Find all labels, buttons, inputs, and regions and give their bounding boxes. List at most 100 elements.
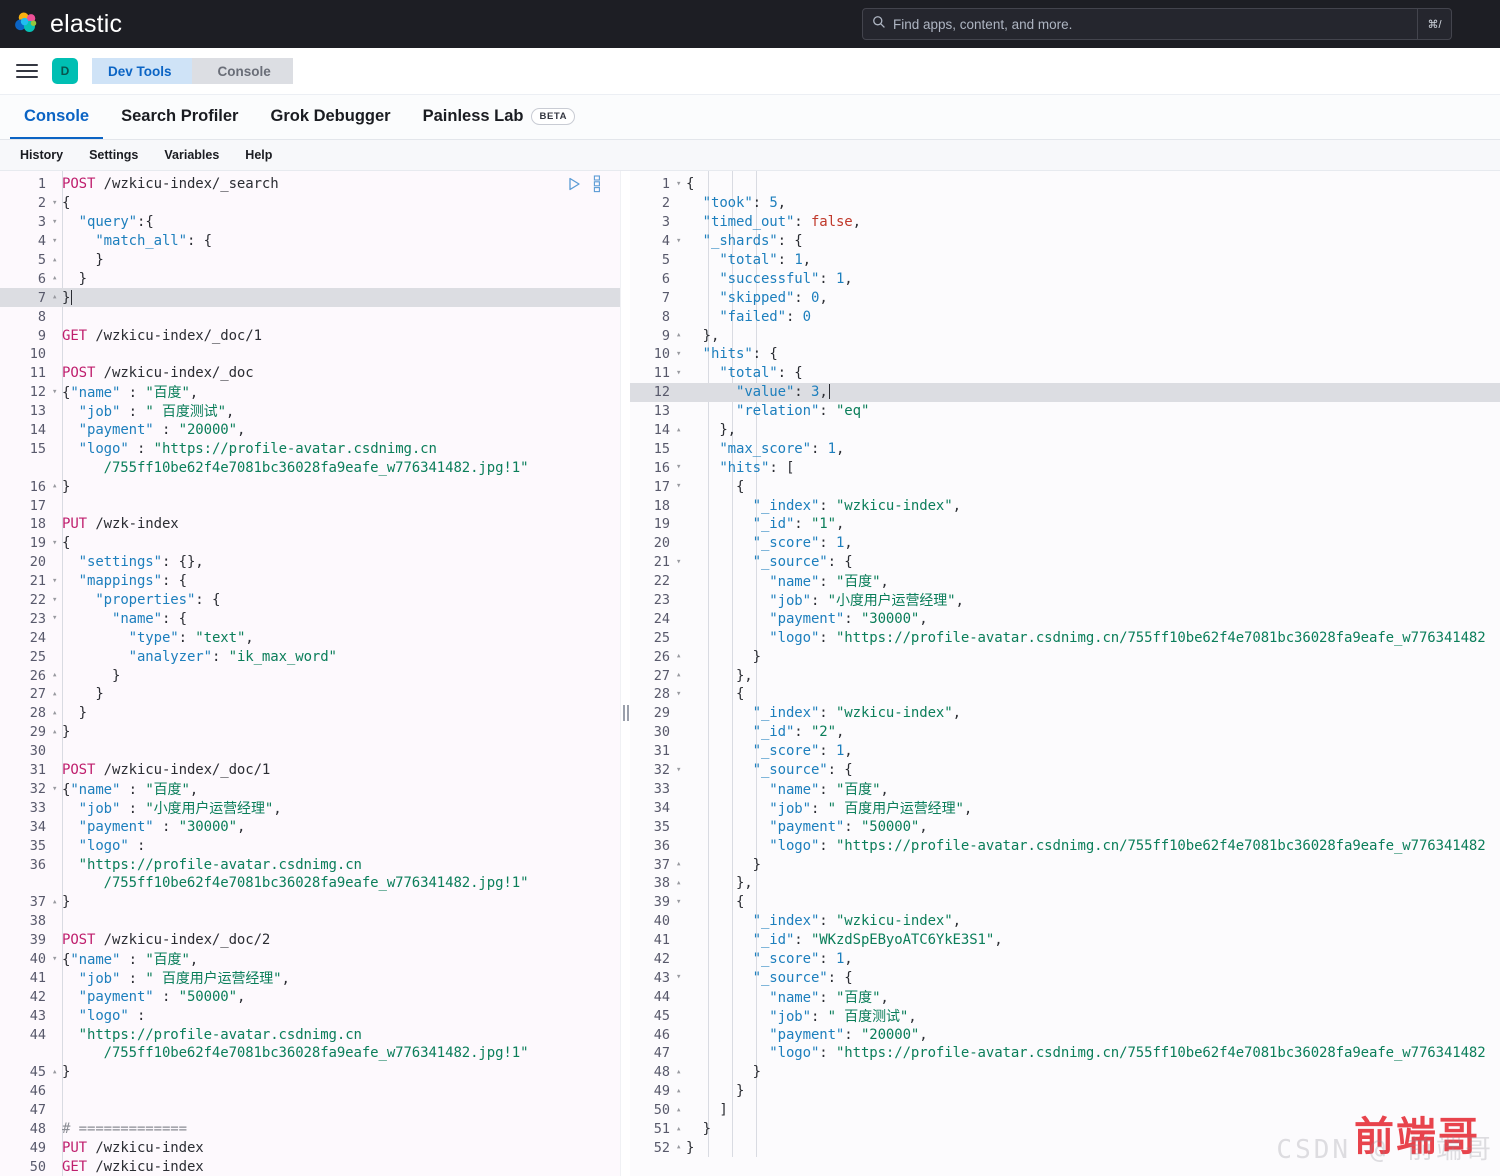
- fold-toggle-icon[interactable]: ▴: [676, 874, 686, 893]
- code-line[interactable]: 40 "_index": "wzkicu-index",: [630, 912, 1500, 931]
- code-line[interactable]: 20 "settings": {},: [0, 553, 620, 572]
- code-line[interactable]: 7 "skipped": 0,: [630, 288, 1500, 307]
- hamburger-menu-icon[interactable]: [16, 64, 38, 78]
- code-line[interactable]: /755ff10be62f4e7081bc36028fa9eafe_w77634…: [0, 1044, 620, 1063]
- code-line[interactable]: 29 ▴}: [0, 723, 620, 742]
- code-line[interactable]: 9 GET /wzkicu-index/_doc/1: [0, 326, 620, 345]
- fold-toggle-icon[interactable]: ▾: [52, 383, 62, 402]
- code-line[interactable]: 35 "logo" :: [0, 836, 620, 855]
- code-line[interactable]: 46: [0, 1082, 620, 1101]
- code-line[interactable]: 40 ▾ {"name" : "百度",: [0, 950, 620, 969]
- fold-toggle-icon[interactable]: ▾: [676, 477, 686, 496]
- code-line[interactable]: 10 ▾ "hits": {: [630, 345, 1500, 364]
- response-viewer[interactable]: 1 ▾{2 "took": 5, 3 "timed_out": false, 4 ▾ "…: [630, 171, 1500, 1176]
- code-line[interactable]: 9 ▴ },: [630, 326, 1500, 345]
- code-line[interactable]: 13 "relation": "eq": [630, 402, 1500, 421]
- code-line[interactable]: 49 PUT /wzkicu-index: [0, 1138, 620, 1157]
- code-line[interactable]: 44 "name": "百度",: [630, 987, 1500, 1006]
- code-line[interactable]: 8: [0, 307, 620, 326]
- tab-painless-lab[interactable]: Painless Lab BETA: [409, 95, 589, 139]
- code-line[interactable]: 36 "logo": "https://profile-avatar.csdni…: [630, 836, 1500, 855]
- code-line[interactable]: 45 "job": " 百度测试",: [630, 1006, 1500, 1025]
- code-line[interactable]: 37 ▴ }: [630, 855, 1500, 874]
- code-line[interactable]: 20 "_score": 1,: [630, 534, 1500, 553]
- fold-toggle-icon[interactable]: ▾: [52, 534, 62, 553]
- submenu-item-variables[interactable]: Variables: [154, 144, 229, 166]
- code-line[interactable]: 43 "logo" :: [0, 1006, 620, 1025]
- fold-toggle-icon[interactable]: ▾: [676, 345, 686, 364]
- code-line[interactable]: 34 "payment" : "30000",: [0, 817, 620, 836]
- fold-toggle-icon[interactable]: ▴: [676, 855, 686, 874]
- fold-toggle-icon[interactable]: ▴: [52, 723, 62, 742]
- code-line[interactable]: 29 "_index": "wzkicu-index",: [630, 704, 1500, 723]
- code-line[interactable]: 50 GET /wzkicu-index: [0, 1157, 620, 1176]
- code-line[interactable]: 23 ▾ "name": {: [0, 609, 620, 628]
- code-line[interactable]: 33 "name": "百度",: [630, 780, 1500, 799]
- code-line[interactable]: 48 ▴ }: [630, 1063, 1500, 1082]
- fold-toggle-icon[interactable]: ▾: [676, 553, 686, 572]
- code-line[interactable]: 24 "type": "text",: [0, 628, 620, 647]
- breadcrumb-item-console[interactable]: Console: [191, 58, 293, 84]
- fold-toggle-icon[interactable]: ▾: [676, 458, 686, 477]
- submenu-item-settings[interactable]: Settings: [79, 144, 148, 166]
- request-editor[interactable]: 1 POST /wzkicu-index/_search 2 ▾{3 ▾ "query"…: [0, 171, 620, 1176]
- fold-toggle-icon[interactable]: ▴: [676, 666, 686, 685]
- code-line[interactable]: 28 ▾ {: [630, 685, 1500, 704]
- fold-toggle-icon[interactable]: ▴: [52, 477, 62, 496]
- code-line[interactable]: 30 "_id": "2",: [630, 723, 1500, 742]
- code-line[interactable]: 38 ▴ },: [630, 874, 1500, 893]
- code-line[interactable]: 6 ▴ }: [0, 269, 620, 288]
- tab-grok-debugger[interactable]: Grok Debugger: [256, 95, 404, 139]
- code-line[interactable]: 31 POST /wzkicu-index/_doc/1: [0, 761, 620, 780]
- fold-toggle-icon[interactable]: ▾: [52, 194, 62, 213]
- code-line[interactable]: 32 ▾ {"name" : "百度",: [0, 780, 620, 799]
- code-line[interactable]: 25 "logo": "https://profile-avatar.csdni…: [630, 628, 1500, 647]
- code-line[interactable]: 19 "_id": "1",: [630, 515, 1500, 534]
- code-line[interactable]: 12 "value": 3,: [630, 382, 1500, 402]
- code-line[interactable]: 46 "payment": "20000",: [630, 1025, 1500, 1044]
- code-line[interactable]: 39 POST /wzkicu-index/_doc/2: [0, 931, 620, 950]
- code-line[interactable]: 6 "successful": 1,: [630, 269, 1500, 288]
- request-options-icon[interactable]: [592, 175, 602, 197]
- avatar[interactable]: D: [52, 58, 78, 84]
- fold-toggle-icon[interactable]: ▴: [676, 326, 686, 345]
- code-line[interactable]: 3 ▾ "query":{: [0, 213, 620, 232]
- code-line[interactable]: 27 ▴ }: [0, 685, 620, 704]
- code-line[interactable]: 1 ▾{: [630, 175, 1500, 194]
- fold-toggle-icon[interactable]: ▾: [676, 968, 686, 987]
- tab-console[interactable]: Console: [10, 95, 104, 139]
- code-line[interactable]: 18 PUT /wzk-index: [0, 515, 620, 534]
- code-line[interactable]: 27 ▴ },: [630, 666, 1500, 685]
- fold-toggle-icon[interactable]: ▴: [676, 647, 686, 666]
- submenu-item-help[interactable]: Help: [235, 144, 282, 166]
- fold-toggle-icon[interactable]: ▴: [52, 1063, 62, 1082]
- code-line[interactable]: 33 "job" : "小度用户运营经理",: [0, 798, 620, 817]
- fold-toggle-icon[interactable]: ▾: [676, 761, 686, 780]
- fold-toggle-icon[interactable]: ▾: [676, 175, 686, 194]
- fold-toggle-icon[interactable]: ▾: [52, 232, 62, 251]
- code-line[interactable]: 49 ▴ }: [630, 1082, 1500, 1101]
- fold-toggle-icon[interactable]: ▾: [52, 950, 62, 969]
- code-line[interactable]: 15 "max_score": 1,: [630, 439, 1500, 458]
- code-line[interactable]: 14 ▴ },: [630, 421, 1500, 440]
- breadcrumb-item-dev-tools[interactable]: Dev Tools: [92, 58, 203, 84]
- code-line[interactable]: 50 ▴ ]: [630, 1101, 1500, 1120]
- code-line[interactable]: 36 "https://profile-avatar.csdnimg.cn: [0, 855, 620, 874]
- submenu-item-history[interactable]: History: [10, 144, 73, 166]
- code-line[interactable]: 44 "https://profile-avatar.csdnimg.cn: [0, 1025, 620, 1044]
- fold-toggle-icon[interactable]: ▾: [52, 591, 62, 610]
- code-line[interactable]: 30: [0, 742, 620, 761]
- code-line[interactable]: 19 ▾{: [0, 534, 620, 553]
- code-line[interactable]: 16 ▾ "hits": [: [630, 458, 1500, 477]
- code-line[interactable]: 17 ▾ {: [630, 477, 1500, 496]
- code-line[interactable]: 4 ▾ "match_all": {: [0, 232, 620, 251]
- fold-toggle-icon[interactable]: ▾: [52, 609, 62, 628]
- fold-toggle-icon[interactable]: ▴: [676, 421, 686, 440]
- global-search[interactable]: ⌘/: [862, 8, 1452, 40]
- code-line[interactable]: 5 "total": 1,: [630, 251, 1500, 270]
- fold-toggle-icon[interactable]: ▾: [676, 893, 686, 912]
- code-line[interactable]: /755ff10be62f4e7081bc36028fa9eafe_w77634…: [0, 458, 620, 477]
- code-line[interactable]: 5 ▴ }: [0, 251, 620, 270]
- code-line[interactable]: 25 "analyzer": "ik_max_word": [0, 647, 620, 666]
- code-line[interactable]: 47 "logo": "https://profile-avatar.csdni…: [630, 1044, 1500, 1063]
